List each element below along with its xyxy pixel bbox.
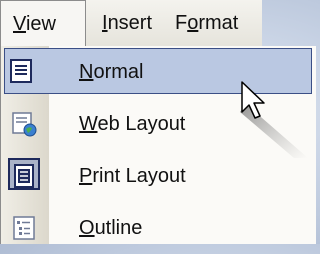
menu-item-web-layout-label: Web Layout xyxy=(79,113,186,135)
menu-view[interactable]: View xyxy=(0,0,86,46)
menu-bar: View Insert Format xyxy=(0,0,262,47)
menu-format[interactable]: Format xyxy=(175,0,238,46)
web-layout-icon xyxy=(12,112,37,137)
menu-format-label: Format xyxy=(175,12,239,34)
menu-view-label: View xyxy=(13,13,56,35)
menu-item-outline-label: Outline xyxy=(79,217,143,239)
mouse-cursor-icon xyxy=(240,81,308,158)
menu-insert[interactable]: Insert xyxy=(102,0,152,46)
normal-view-icon xyxy=(10,59,32,83)
menu-insert-label: Insert xyxy=(102,12,153,34)
menu-item-print-layout-label: Print Layout xyxy=(79,165,186,187)
outline-view-icon xyxy=(13,216,35,240)
menu-item-normal-label: Normal xyxy=(79,61,144,83)
print-layout-icon xyxy=(14,164,34,188)
menu-item-outline[interactable]: Outline xyxy=(1,202,316,254)
